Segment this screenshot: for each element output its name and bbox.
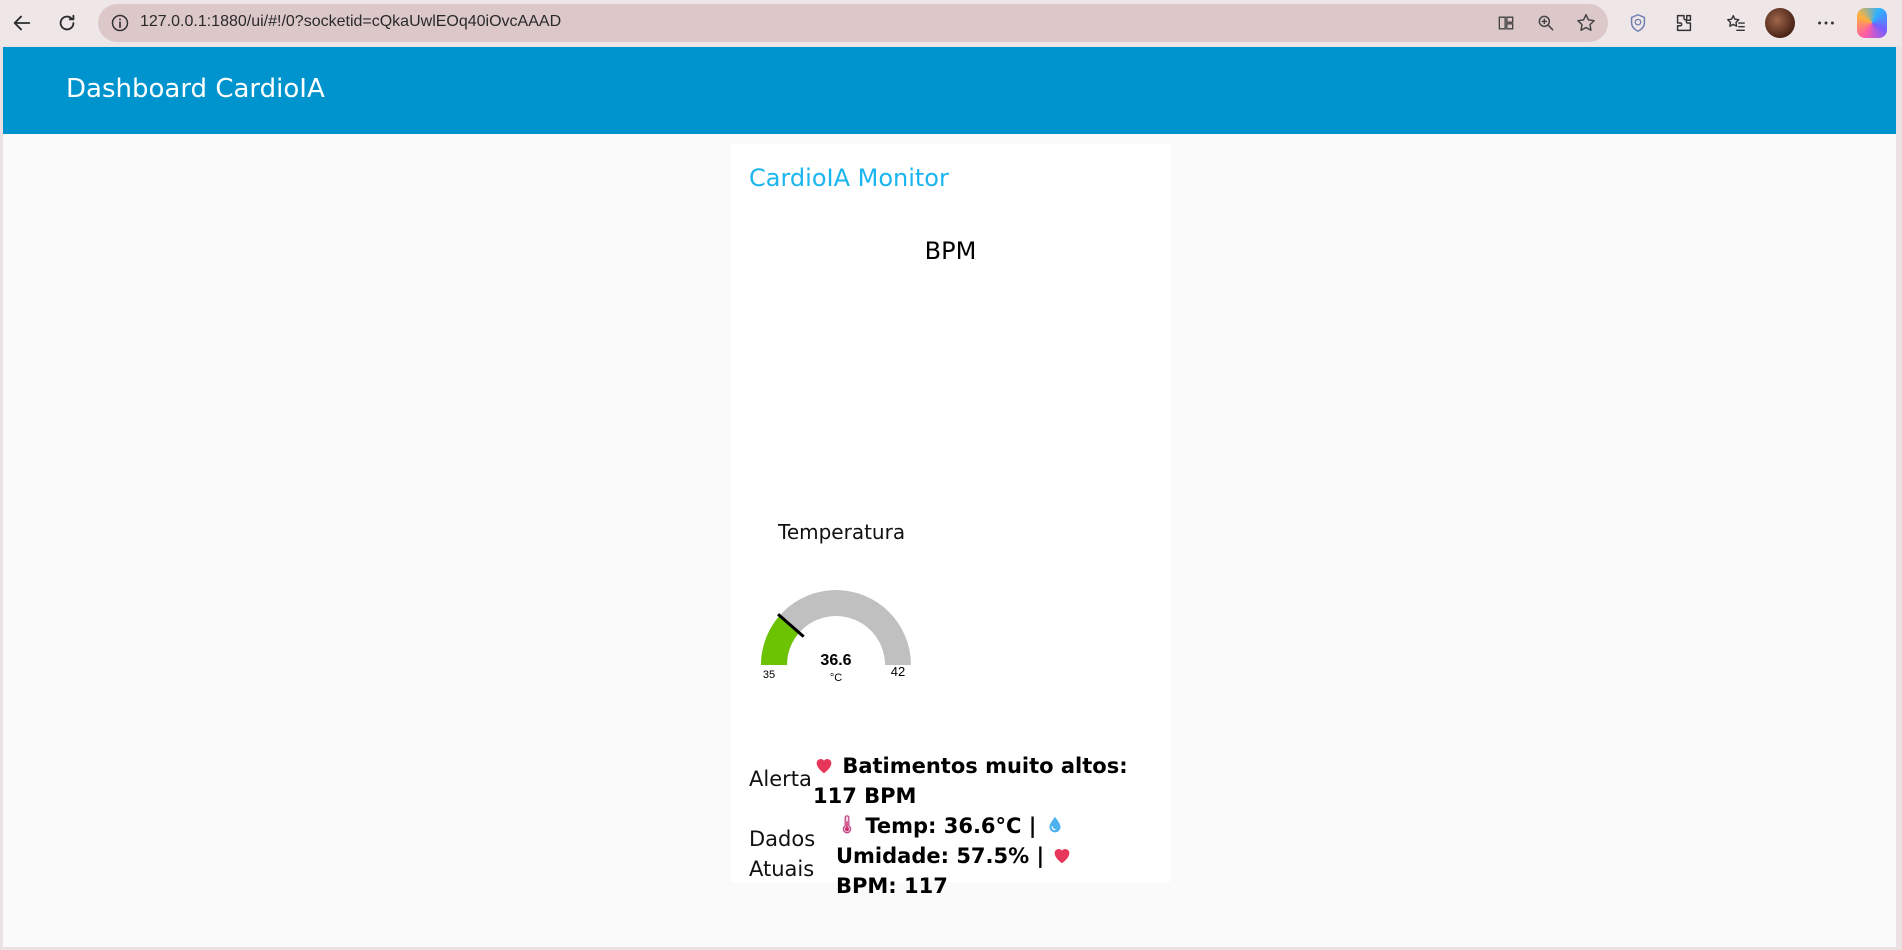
app-header: Dashboard CardioIA	[3, 47, 1896, 134]
back-button[interactable]	[5, 6, 39, 40]
favorite-star-icon[interactable]	[1574, 11, 1598, 35]
current-humidity-text: Umidade: 57.5% |	[836, 844, 1045, 868]
droplet-icon	[1049, 816, 1061, 833]
monitor-card: CardioIA Monitor BPM Temperatura 36.6 °C…	[731, 144, 1170, 898]
gauge-min-label: 35	[763, 669, 775, 681]
immersive-reader-icon[interactable]	[1494, 11, 1518, 35]
alert-label: Alerta	[749, 767, 812, 791]
temperature-gauge-title: Temperatura	[778, 520, 906, 544]
site-info-icon[interactable]	[110, 13, 130, 33]
alert-text-container: Batimentos muito altos: 117 BPM	[813, 751, 1159, 811]
card-title: CardioIA Monitor	[749, 164, 949, 192]
more-options-icon[interactable]	[1812, 9, 1840, 37]
gauge-max-label: 42	[891, 664, 905, 679]
address-bar[interactable]: 127.0.0.1:1880/ui/#!/0?socketid=cQkaUwlE…	[98, 4, 1608, 42]
current-data-label-line1: Dados	[749, 827, 816, 851]
page-title: Dashboard CardioIA	[66, 74, 325, 104]
refresh-button[interactable]	[50, 6, 84, 40]
thermometer-icon	[842, 815, 852, 834]
url-text[interactable]: 127.0.0.1:1880/ui/#!/0?socketid=cQkaUwlE…	[140, 13, 561, 31]
alert-row: Alerta Batimentos muito altos: 117 BPM	[749, 751, 1159, 811]
current-data-text-container: Temp: 36.6°C | Umidade: 57.5% | BPM: 117	[831, 811, 1131, 901]
profile-avatar[interactable]	[1765, 8, 1795, 38]
heart-icon	[816, 759, 832, 774]
browser-toolbar: 127.0.0.1:1880/ui/#!/0?socketid=cQkaUwlE…	[0, 0, 1902, 46]
current-bpm-text: BPM: 117	[836, 874, 948, 898]
favorites-list-icon[interactable]	[1722, 9, 1750, 37]
current-data-label-line2: Atuais	[749, 857, 815, 881]
back-arrow-icon	[13, 15, 31, 31]
temperature-gauge: 36.6 °C 35 42	[761, 590, 911, 683]
refresh-icon	[59, 14, 75, 31]
copilot-icon[interactable]	[1857, 8, 1887, 38]
gauge-units: °C	[830, 672, 842, 683]
zoom-icon[interactable]	[1534, 11, 1558, 35]
alert-text: Batimentos muito altos: 117 BPM	[813, 754, 1128, 808]
bpm-chart-title: BPM	[924, 237, 977, 265]
extensions-icon[interactable]	[1670, 9, 1698, 37]
current-temp-text: Temp: 36.6°C |	[865, 814, 1037, 838]
heart-icon	[1055, 849, 1070, 864]
current-data-label: Dados Atuais	[749, 811, 831, 901]
gauge-value: 36.6	[820, 652, 851, 669]
current-data-row: Dados Atuais Temp: 36.6°C | Umidade: 57.…	[749, 811, 1159, 901]
shield-icon[interactable]	[1624, 9, 1652, 37]
dashboard-page: Dashboard CardioIA CardioIA Monitor BPM …	[3, 47, 1896, 947]
